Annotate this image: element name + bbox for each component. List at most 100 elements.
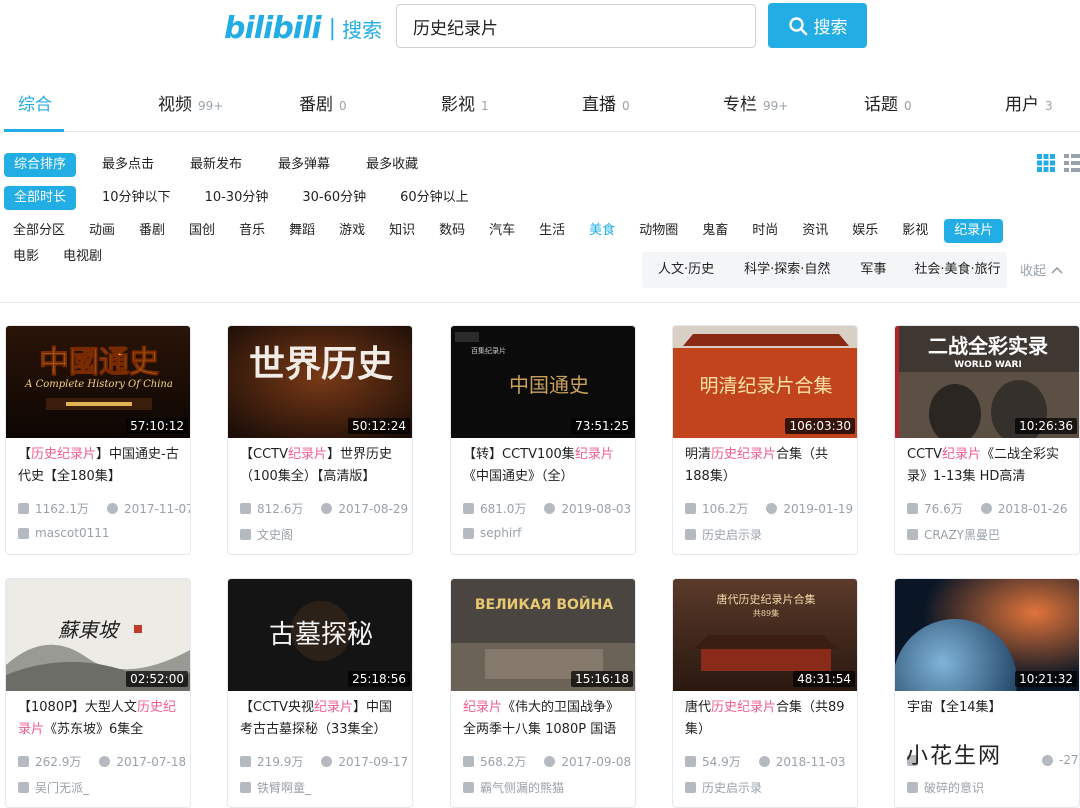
tab-video[interactable]: 视频 99+ (158, 90, 223, 115)
play-count-icon (18, 756, 29, 767)
logo-wordmark: bilibili (224, 10, 322, 46)
grid-view-icon[interactable] (1037, 154, 1055, 172)
duration-option[interactable]: 全部时长 (4, 186, 77, 210)
tab-users[interactable]: 用户 3 (1005, 90, 1053, 115)
list-view-icon[interactable] (1064, 154, 1080, 172)
zone-option[interactable]: 数码 (429, 219, 475, 243)
clock-icon (544, 503, 556, 514)
duration-option[interactable]: 10-30分钟 (195, 186, 279, 210)
video-title[interactable]: 【CCTV纪录片】世界历史（100集全）【高清版】 (240, 444, 404, 488)
video-card[interactable]: 古墓探秘 25:18:56 【CCTV央视纪录片】中国考古古墓探秘（33集全） … (227, 578, 413, 808)
video-stats: 106.2万 2019-01-19 (685, 500, 853, 517)
duration-option[interactable]: 60分钟以上 (390, 186, 479, 210)
video-thumbnail: 古墓探秘 25:18:56 (228, 579, 412, 691)
video-title[interactable]: 【1080P】大型人文历史纪录片《苏东坡》6集全 (18, 697, 182, 741)
video-duration: 73:51:25 (571, 418, 633, 434)
uploader[interactable]: 破碎的意识 (907, 779, 984, 796)
sub-zone-option[interactable]: 科学·探索·自然 (732, 258, 842, 282)
video-title[interactable]: 【历史纪录片】中国通史-古代史【全180集】 (18, 444, 182, 488)
video-thumbnail: 二战全彩实录 WORLD WARI 10:26:36 (895, 326, 1079, 438)
zone-option[interactable]: 国创 (179, 219, 225, 243)
up-icon (907, 782, 918, 793)
tab-topics[interactable]: 话题 0 (864, 90, 912, 115)
video-card[interactable]: 蘇東坡 02:52:00 【1080P】大型人文历史纪录片《苏东坡》6集全 26… (5, 578, 191, 808)
tab-live[interactable]: 直播 0 (582, 90, 630, 115)
play-count-icon (685, 503, 696, 514)
collapse-button[interactable]: 收起 (1020, 260, 1064, 279)
play-count-icon (240, 756, 251, 767)
video-title[interactable]: 【转】CCTV100集纪录片《中国通史》（全） (463, 444, 627, 488)
tab-movies[interactable]: 影视 1 (441, 90, 489, 115)
order-option[interactable]: 最多收藏 (356, 153, 428, 177)
video-duration: 50:12:24 (348, 418, 410, 434)
zone-option[interactable]: 知识 (379, 219, 425, 243)
video-title[interactable]: 唐代历史纪录片合集（共89集） (685, 697, 849, 741)
video-title[interactable]: CCTV纪录片《二战全彩实录》1-13集 HD高清 (907, 444, 1071, 488)
view-count: 76.6万 (924, 502, 963, 516)
uploader[interactable]: 历史启示录 (685, 779, 762, 796)
video-title[interactable]: 宇宙【全14集】 (907, 697, 1071, 741)
play-count-icon (18, 503, 29, 514)
uploader[interactable]: 霸气侧漏的熊猫 (463, 779, 564, 796)
zone-option[interactable]: 生活 (529, 219, 575, 243)
zone-option[interactable]: 影视 (892, 219, 938, 243)
bilibili-logo[interactable]: bilibili | 搜索 (224, 8, 382, 48)
zone-option[interactable]: 娱乐 (842, 219, 888, 243)
zone-option[interactable]: 动画 (79, 219, 125, 243)
zone-option[interactable]: 鬼畜 (692, 219, 738, 243)
video-card[interactable]: 二战全彩实录 WORLD WARI 10:26:36 CCTV纪录片《二战全彩实… (894, 325, 1080, 555)
uploader[interactable]: 历史启示录 (685, 526, 762, 543)
video-card[interactable]: ВЕЛИКАЯ ВОЙНА 15:16:18 纪录片《伟大的卫国战争》全两季十八… (450, 578, 636, 808)
video-title[interactable]: 纪录片《伟大的卫国战争》全两季十八集 1080P 国语 (463, 697, 627, 741)
video-card[interactable]: 百集纪录片 中国通史 73:51:25 【转】CCTV100集纪录片《中国通史》… (450, 325, 636, 555)
up-icon (240, 782, 251, 793)
video-card[interactable]: 唐代历史纪录片合集 共89集 48:31:54 唐代历史纪录片合集（共89集） … (672, 578, 858, 808)
sub-zone-option[interactable]: 人文·历史 (646, 258, 726, 282)
tab-articles[interactable]: 专栏 99+ (723, 90, 788, 115)
uploader[interactable]: 文史阁 (240, 526, 293, 543)
tab-label: 用户 (1005, 95, 1039, 115)
zone-option[interactable]: 游戏 (329, 219, 375, 243)
search-input[interactable]: 历史纪录片 (396, 4, 756, 48)
zone-option[interactable]: 电视剧 (53, 245, 112, 269)
zone-option[interactable]: 动物圈 (629, 219, 688, 243)
thumb-subtitle: A Complete History Of China (24, 379, 173, 390)
video-card[interactable]: 中國通史 A Complete History Of China 57:10:1… (5, 325, 191, 555)
zone-option[interactable]: 汽车 (479, 219, 525, 243)
duration-option[interactable]: 10分钟以下 (92, 186, 181, 210)
up-icon (18, 527, 29, 539)
zone-option[interactable]: 舞蹈 (279, 219, 325, 243)
video-title[interactable]: 明清历史纪录片合集（共188集） (685, 444, 849, 488)
uploader[interactable]: CRAZY黑曼巴 (907, 526, 1000, 543)
video-thumbnail: 10:21:32 (895, 579, 1079, 691)
video-card[interactable]: 世界历史 50:12:24 【CCTV纪录片】世界历史（100集全）【高清版】 … (227, 325, 413, 555)
uploader[interactable]: 铁臂啊童_ (240, 779, 311, 796)
zone-option-documentary[interactable]: 纪录片 (944, 219, 1004, 243)
order-option[interactable]: 最多点击 (92, 153, 164, 177)
zone-option[interactable]: 电影 (4, 245, 45, 269)
uploader[interactable]: mascot0111 (18, 526, 109, 540)
order-option[interactable]: 综合排序 (4, 153, 77, 177)
zone-option[interactable]: 时尚 (742, 219, 788, 243)
video-title[interactable]: 【CCTV央视纪录片】中国考古古墓探秘（33集全） (240, 697, 404, 741)
thumb-title: 世界历史 (249, 344, 393, 385)
zone-option[interactable]: 音乐 (229, 219, 275, 243)
tab-bangumi[interactable]: 番剧 0 (299, 90, 347, 115)
sub-zone-option[interactable]: 军事 (848, 258, 898, 282)
video-card[interactable]: 明清纪录片合集 106:03:30 明清历史纪录片合集（共188集） 106.2… (672, 325, 858, 555)
zone-option[interactable]: 番剧 (129, 219, 175, 243)
video-stats: 568.2万 2017-09-08 (463, 753, 631, 770)
uploader[interactable]: 吴门无派_ (18, 779, 89, 796)
duration-option[interactable]: 30-60分钟 (292, 186, 376, 210)
tab-all[interactable]: 综合 (18, 90, 52, 115)
order-option[interactable]: 最新发布 (180, 153, 252, 177)
uploader[interactable]: sephirf (463, 526, 521, 540)
order-option[interactable]: 最多弹幕 (268, 153, 340, 177)
zone-option[interactable]: 资讯 (792, 219, 838, 243)
sub-zone-option[interactable]: 社会·美食·旅行 (902, 258, 1012, 282)
video-card[interactable]: 10:21:32 宇宙【全14集】 -27 破碎的意识 (894, 578, 1080, 808)
video-thumbnail: 中國通史 A Complete History Of China 57:10:1… (6, 326, 190, 438)
search-button[interactable]: 搜索 (768, 3, 867, 48)
zone-option[interactable]: 美食 (579, 219, 625, 243)
zone-option[interactable]: 全部分区 (4, 219, 71, 243)
